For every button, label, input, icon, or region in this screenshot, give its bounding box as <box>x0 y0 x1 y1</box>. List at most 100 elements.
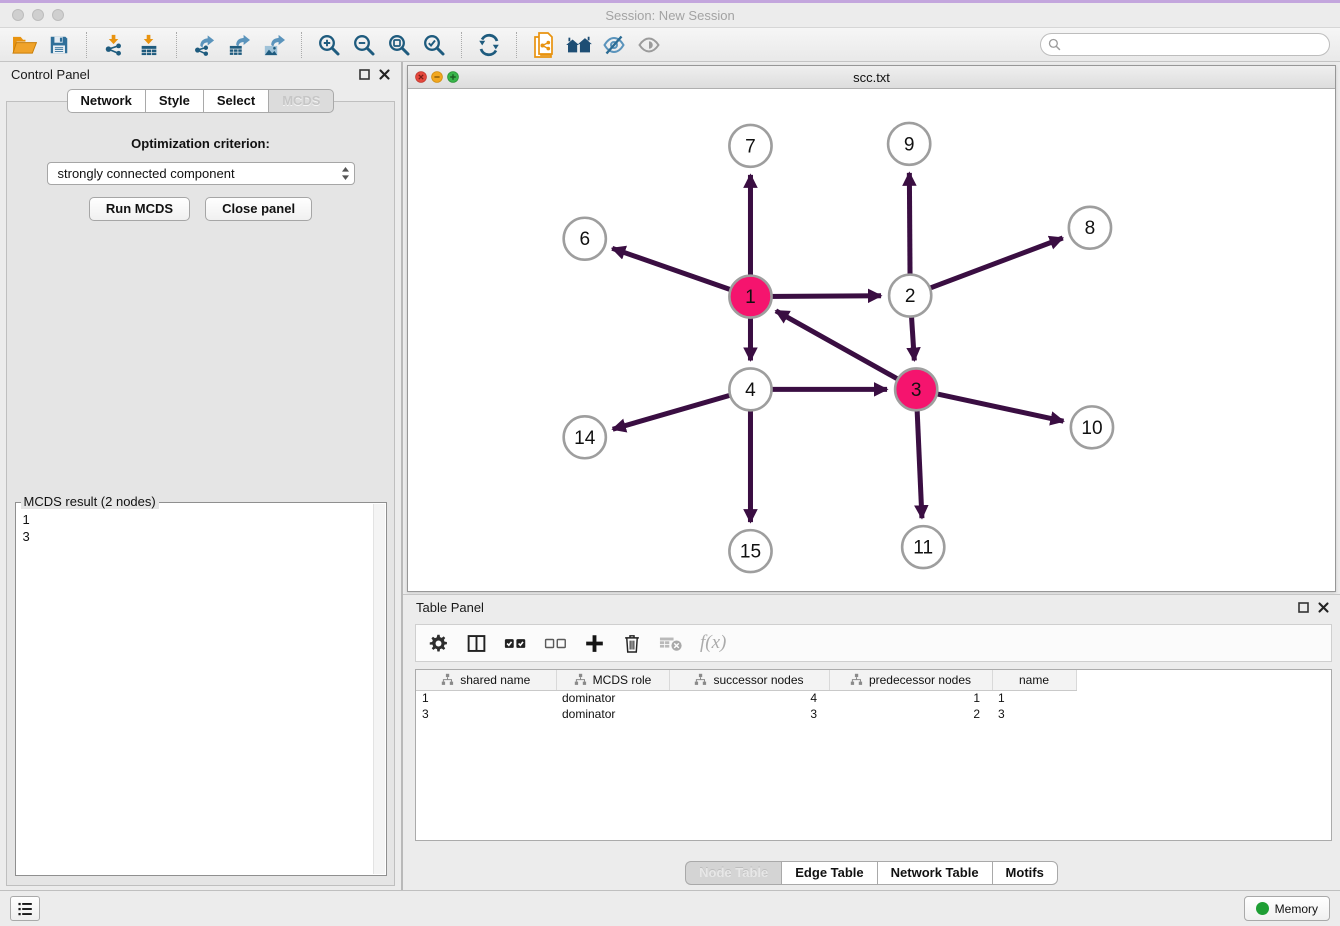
graph-node-3[interactable]: 3 <box>895 368 937 410</box>
export-table-icon[interactable] <box>225 31 253 59</box>
run-mcds-button[interactable]: Run MCDS <box>89 197 190 221</box>
import-network-icon[interactable] <box>100 31 128 59</box>
first-neighbors-icon[interactable] <box>565 31 593 59</box>
cell-mcds-role[interactable]: dominator <box>556 690 669 706</box>
graph-node-10[interactable]: 10 <box>1071 406 1113 448</box>
tab-style[interactable]: Style <box>145 89 203 113</box>
close-network-button[interactable] <box>415 71 427 83</box>
zoom-in-icon[interactable] <box>315 31 343 59</box>
table-settings-icon[interactable] <box>428 633 449 654</box>
svg-text:7: 7 <box>745 136 756 157</box>
show-all-icon[interactable] <box>635 31 663 59</box>
hide-selected-icon[interactable] <box>600 31 628 59</box>
tab-network[interactable]: Network <box>67 89 145 113</box>
select-all-icon[interactable] <box>504 636 527 651</box>
close-panel-button[interactable]: Close panel <box>205 197 312 221</box>
network-window-titlebar[interactable]: scc.txt <box>408 66 1335 89</box>
window-controls[interactable] <box>12 9 64 21</box>
add-row-icon[interactable] <box>584 633 605 654</box>
float-panel-icon[interactable] <box>359 69 370 80</box>
clone-network-icon[interactable] <box>530 31 558 59</box>
network-canvas[interactable]: 7 9 6 8 1 2 4 3 14 10 15 11 <box>408 89 1335 591</box>
control-panel: Control Panel NetworkStyleSelectMCDS Opt… <box>0 62 403 890</box>
close-table-panel-icon[interactable] <box>1318 602 1329 613</box>
node-table: shared nameMCDS rolesuccessor nodesprede… <box>415 669 1332 841</box>
table-panel-tabs: Node TableEdge TableNetwork TableMotifs <box>403 861 1340 885</box>
open-file-icon[interactable] <box>10 31 38 59</box>
graph-node-11[interactable]: 11 <box>902 526 944 568</box>
mcds-result-box: MCDS result (2 nodes) 1 3 <box>15 502 387 876</box>
column-header-predecessor-nodes[interactable]: predecessor nodes <box>829 670 992 690</box>
status-bar: Memory <box>0 890 1340 926</box>
toolbar-separator <box>516 32 517 58</box>
criterion-select[interactable]: strongly connected component <box>47 162 355 185</box>
graph-edge-3-10[interactable] <box>916 389 1063 421</box>
export-network-icon[interactable] <box>190 31 218 59</box>
apply-function-icon[interactable]: f(x) <box>700 632 726 654</box>
mcds-result-text[interactable]: 1 3 <box>16 503 386 553</box>
column-header-mcds-role[interactable]: MCDS role <box>556 670 669 690</box>
result-scrollbar[interactable] <box>373 504 385 874</box>
graph-edge-3-1[interactable] <box>776 311 916 390</box>
titlebar: Session: New Session <box>0 3 1340 28</box>
cell-successor-nodes[interactable]: 3 <box>669 706 829 722</box>
task-history-button[interactable] <box>10 896 40 921</box>
network-graph[interactable]: 7 9 6 8 1 2 4 3 14 10 15 11 <box>408 89 1335 591</box>
float-table-panel-icon[interactable] <box>1298 602 1309 613</box>
close-panel-icon[interactable] <box>379 69 390 80</box>
graph-node-6[interactable]: 6 <box>564 218 606 260</box>
table-row[interactable]: 1dominator411 <box>416 690 1331 706</box>
delete-table-icon[interactable] <box>659 635 683 652</box>
tab-edge-table[interactable]: Edge Table <box>781 861 876 885</box>
minimize-network-button[interactable] <box>431 71 443 83</box>
zoom-selected-icon[interactable] <box>420 31 448 59</box>
cell-name[interactable]: 3 <box>992 706 1076 722</box>
column-tree-icon <box>694 673 707 686</box>
zoom-out-icon[interactable] <box>350 31 378 59</box>
tab-select[interactable]: Select <box>203 89 268 113</box>
cell-mcds-role[interactable]: dominator <box>556 706 669 722</box>
column-header-name[interactable]: name <box>992 670 1076 690</box>
zoom-fit-icon[interactable] <box>385 31 413 59</box>
graph-node-7[interactable]: 7 <box>729 125 771 167</box>
memory-status-icon <box>1256 902 1269 915</box>
cell-name[interactable]: 1 <box>992 690 1076 706</box>
close-window-button[interactable] <box>12 9 24 21</box>
cell-predecessor-nodes[interactable]: 1 <box>829 690 992 706</box>
graph-node-9[interactable]: 9 <box>888 123 930 165</box>
graph-node-14[interactable]: 14 <box>564 416 606 458</box>
tab-mcds[interactable]: MCDS <box>268 89 334 113</box>
cell-shared-name[interactable]: 1 <box>416 690 556 706</box>
minimize-window-button[interactable] <box>32 9 44 21</box>
tab-network-table[interactable]: Network Table <box>877 861 992 885</box>
graph-edge-2-8[interactable] <box>910 238 1063 296</box>
cell-shared-name[interactable]: 3 <box>416 706 556 722</box>
maximize-network-button[interactable] <box>447 71 459 83</box>
tab-motifs[interactable]: Motifs <box>992 861 1058 885</box>
graph-node-1[interactable]: 1 <box>729 276 771 318</box>
graph-node-15[interactable]: 15 <box>729 530 771 572</box>
zoom-window-button[interactable] <box>52 9 64 21</box>
control-panel-tabs: NetworkStyleSelectMCDS <box>0 89 401 113</box>
export-image-icon[interactable] <box>260 31 288 59</box>
graph-node-8[interactable]: 8 <box>1069 207 1111 249</box>
cell-predecessor-nodes[interactable]: 2 <box>829 706 992 722</box>
node-table-header-row: shared nameMCDS rolesuccessor nodesprede… <box>416 670 1331 690</box>
refresh-layout-icon[interactable] <box>475 31 503 59</box>
graph-node-4[interactable]: 4 <box>729 368 771 410</box>
search-input[interactable] <box>1066 38 1322 52</box>
save-session-icon[interactable] <box>45 31 73 59</box>
column-header-shared-name[interactable]: shared name <box>416 670 556 690</box>
delete-row-icon[interactable] <box>622 633 642 654</box>
column-header-successor-nodes[interactable]: successor nodes <box>669 670 829 690</box>
import-table-icon[interactable] <box>135 31 163 59</box>
split-columns-icon[interactable] <box>466 633 487 654</box>
cell-successor-nodes[interactable]: 4 <box>669 690 829 706</box>
memory-button[interactable]: Memory <box>1244 896 1330 921</box>
graph-node-2[interactable]: 2 <box>889 275 931 317</box>
table-toolbar: f(x) <box>415 624 1332 662</box>
search-field[interactable] <box>1040 33 1330 56</box>
tab-node-table[interactable]: Node Table <box>685 861 781 885</box>
table-row[interactable]: 3dominator323 <box>416 706 1331 722</box>
deselect-all-icon[interactable] <box>544 636 567 651</box>
